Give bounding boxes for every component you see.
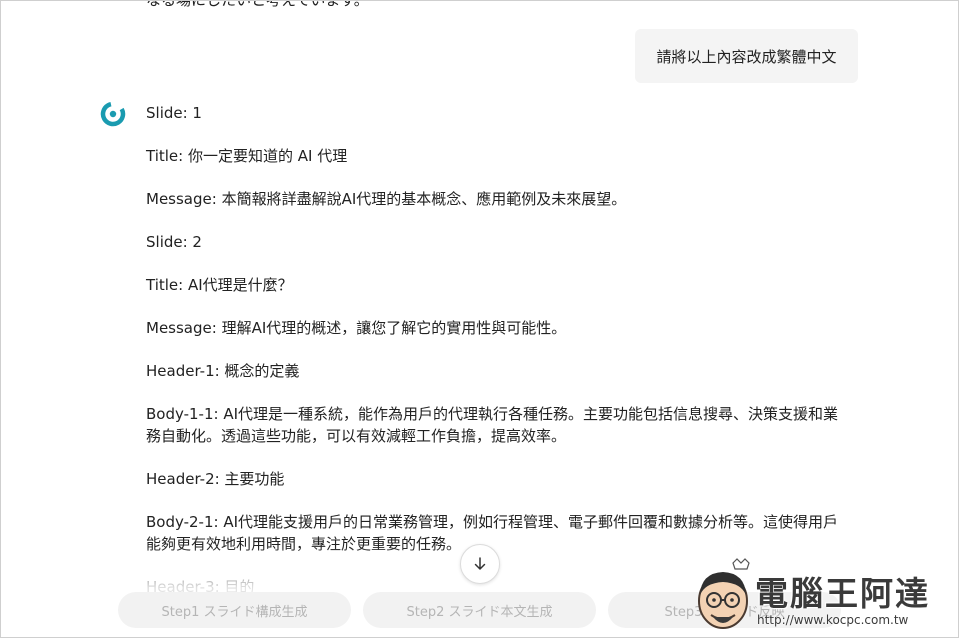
reply-line: Slide: 1	[146, 104, 202, 122]
mascot-face-icon	[698, 558, 750, 629]
user-message-text: 請將以上內容改成繁體中文	[656, 47, 837, 66]
assistant-logo-icon	[100, 101, 126, 127]
reply-line: Header-1: 概念的定義	[146, 362, 300, 380]
reply-line: Header-2: 主要功能	[146, 470, 285, 488]
reply-line: Body-1-1: AI代理是一種系統，能作為用戶的代理執行各種任務。主要功能包…	[146, 405, 839, 445]
chat-window: なる場にしたいと考えています。 請將以上內容改成繁體中文 Slide: 1 Ti…	[0, 0, 959, 638]
watermark-url: http://www.kocpc.com.tw	[757, 613, 909, 627]
reply-line: Title: AI代理是什麼？	[146, 276, 293, 294]
step1-button[interactable]: Step1 スライド構成生成	[118, 592, 351, 628]
reply-line: Message: 本簡報將詳盡解說AI代理的基本概念、應用範例及未來展望。	[146, 190, 627, 208]
assistant-reply: Slide: 1 Title: 你一定要知道的 AI 代理 Message: 本…	[146, 102, 851, 619]
reply-line: Title: 你一定要知道的 AI 代理	[146, 147, 348, 165]
scroll-to-bottom-button[interactable]	[460, 544, 500, 584]
watermark-title: 電腦王阿達	[755, 574, 930, 613]
step2-button[interactable]: Step2 スライド本文生成	[363, 592, 596, 628]
reply-line: Body-2-1: AI代理能支援用戶的日常業務管理，例如行程管理、電子郵件回覆…	[146, 513, 839, 553]
reply-line: Slide: 2	[146, 233, 202, 251]
reply-line: Message: 理解AI代理的概述，讓您了解它的實用性與可能性。	[146, 319, 567, 337]
arrow-down-icon	[474, 557, 486, 570]
user-message-bubble: 請將以上內容改成繁體中文	[635, 29, 858, 83]
site-watermark: 電腦王阿達 http://www.kocpc.com.tw	[689, 557, 957, 637]
previous-message-fragment: なる場にしたいと考えています。	[146, 0, 369, 9]
